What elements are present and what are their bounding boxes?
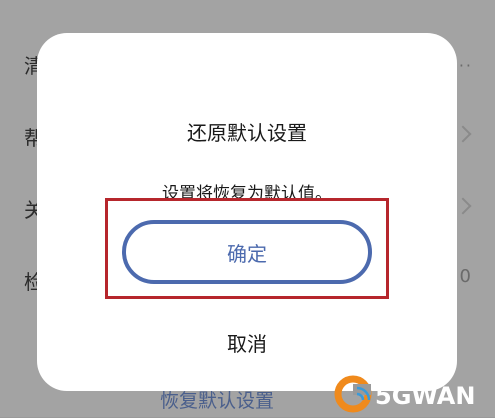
watermark-text: 5GWAN xyxy=(375,382,475,410)
watermark-logo: 5GWAN xyxy=(333,374,493,414)
watermark-logo-icon: 5GWAN xyxy=(334,375,475,413)
chevron-right-icon xyxy=(454,125,472,143)
settings-item-check-value: 0 xyxy=(459,266,471,287)
confirm-button[interactable]: 确定 xyxy=(122,220,372,284)
cancel-button[interactable]: 取消 xyxy=(187,325,307,359)
chevron-right-icon xyxy=(454,197,472,215)
dialog-title: 还原默认设置 xyxy=(187,121,307,145)
